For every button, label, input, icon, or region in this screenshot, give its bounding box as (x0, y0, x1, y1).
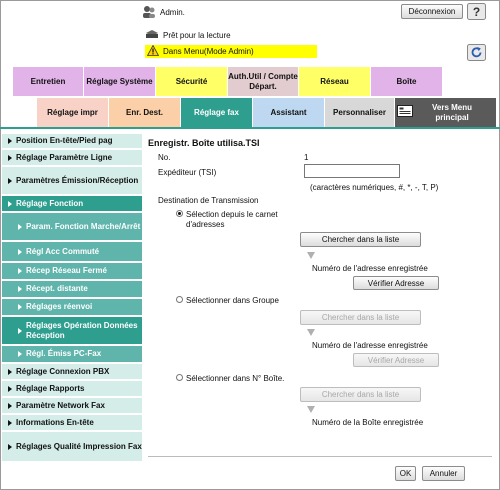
sender-label: Expéditeur (TSI) (158, 168, 217, 177)
tab-reglage-systeme[interactable]: Réglage Système (84, 67, 156, 96)
help-icon[interactable]: ? (467, 3, 486, 20)
sidebar-item-label: Régl Acc Commuté (26, 246, 100, 256)
main-menu-button[interactable]: Vers Menu principal (395, 98, 497, 127)
page-title: Enregistr. Boîte utilisa.TSI (148, 138, 260, 148)
tab-divider (0, 127, 500, 129)
scanner-icon (145, 29, 159, 41)
registered-address-label-1: Numéro de l'adresse enregistrée (312, 264, 428, 273)
status-text: Prêt pour la lecture (163, 30, 231, 40)
tab-personnaliser[interactable]: Personnaliser (325, 98, 395, 127)
sidebar-item-label: Régl. Émiss PC-Fax (26, 349, 102, 358)
sender-input[interactable] (304, 164, 400, 178)
sidebar-item-label: Réglages réenvoi (26, 302, 93, 311)
sidebar-item-label: Param. Fonction Marche/Arrêt (26, 221, 141, 231)
down-arrow-icon (307, 329, 315, 336)
registered-box-label: Numéro de la Boîte enregistrée (312, 418, 424, 427)
sidebar-item-position-entete[interactable]: Position En-tête/Pied pag (2, 134, 142, 149)
destination-label: Destination de Transmission (158, 196, 259, 205)
sidebar-item-emission-reception[interactable]: Paramètres Émission/Réception (2, 167, 142, 195)
tab-enr-dest[interactable]: Enr. Dest. (109, 98, 181, 127)
sender-hint: (caractères numériques, #, *, -, T, P) (310, 183, 439, 192)
sidebar-item-informations-entete[interactable]: Informations En-tête (2, 415, 142, 431)
option1-label: Sélection depuis le carnet d'adresses (186, 210, 278, 229)
sidebar-item-label: Position En-tête/Pied pag (16, 136, 113, 145)
search-list-button-1[interactable]: Chercher dans la liste (300, 232, 421, 247)
verify-address-button-1[interactable]: Vérifier Adresse (353, 276, 439, 290)
sidebar-item-network-fax[interactable]: Paramètre Network Fax (2, 398, 142, 414)
sidebar-item-connexion-pbx[interactable]: Réglage Connexion PBX (2, 364, 142, 380)
tab-reseau[interactable]: Réseau (299, 67, 371, 96)
user-info: Admin. (142, 5, 185, 19)
verify-address-button-2[interactable]: Vérifier Adresse (353, 353, 439, 367)
sidebar-item-operation-donnees-reception[interactable]: Réglages Opération Données Réception (2, 317, 142, 345)
admin-mode-banner: Dans Menu(Mode Admin) (145, 44, 317, 58)
sidebar-item-recept-distante[interactable]: Récept. distante (2, 281, 142, 298)
sidebar-item-label: Informations En-tête (16, 417, 94, 427)
admin-mode-text: Dans Menu(Mode Admin) (163, 47, 254, 56)
user-icon (142, 5, 156, 19)
tab-reglage-impr[interactable]: Réglage impr (37, 98, 109, 127)
tab-auth-util[interactable]: Auth.Util / Compte Départ. (228, 67, 299, 96)
svg-text:?: ? (473, 5, 480, 19)
tab-reglage-fax[interactable]: Réglage fax (181, 98, 253, 127)
menu-icon (397, 105, 413, 120)
tab-assistant[interactable]: Assistant (253, 98, 325, 127)
sidebar-item-label: Réglages Opération Données Réception (26, 320, 138, 340)
sidebar-item-label: Paramètres Émission/Réception (16, 175, 139, 185)
down-arrow-icon (307, 406, 315, 413)
sidebar-item-emiss-pc-fax[interactable]: Régl. Émiss PC-Fax (2, 346, 142, 363)
sidebar-item-reglages-reenvoi[interactable]: Réglages réenvoi (2, 299, 142, 316)
registered-address-label-2: Numéro de l'adresse enregistrée (312, 341, 428, 350)
sidebar-item-label: Réglage Fonction (16, 198, 84, 208)
tab-boite[interactable]: Boîte (371, 67, 443, 96)
sidebar-item-acc-commute[interactable]: Régl Acc Commuté (2, 242, 142, 262)
cancel-button[interactable]: Annuler (422, 466, 465, 481)
sidebar-item-reglage-fonction[interactable]: Réglage Fonction (2, 196, 142, 212)
logout-button[interactable]: Déconnexion (401, 4, 463, 19)
sidebar-item-fonction-marche-arret[interactable]: Param. Fonction Marche/Arrêt (2, 213, 142, 241)
no-value: 1 (304, 153, 309, 162)
ok-button[interactable]: OK (395, 466, 416, 481)
sidebar-item-label: Réglage Rapports (16, 383, 85, 393)
user-name: Admin. (160, 7, 185, 17)
status-row: Prêt pour la lecture (145, 29, 231, 41)
search-list-button-3[interactable]: Chercher dans la liste (300, 387, 421, 402)
no-label: No. (158, 153, 171, 162)
sidebar-item-label: Réglage Connexion PBX (16, 366, 110, 376)
sidebar-item-label: Réglages Qualité Impression Fax (16, 441, 142, 451)
sidebar-item-parametre-ligne[interactable]: Réglage Paramètre Ligne (2, 150, 142, 166)
option1-radio[interactable] (176, 210, 183, 217)
main-menu-label: Vers Menu principal (431, 102, 472, 122)
sidebar-item-reseau-ferme[interactable]: Récep Réseau Fermé (2, 263, 142, 280)
option3-label: Sélectionner dans N° Boîte. (186, 374, 285, 383)
sidebar-item-label: Récep Réseau Fermé (26, 266, 107, 275)
option3-radio[interactable] (176, 374, 183, 381)
warning-icon (146, 44, 160, 58)
sidebar-item-reglage-rapports[interactable]: Réglage Rapports (2, 381, 142, 397)
option2-label: Sélectionner dans Groupe (186, 296, 279, 305)
tab-securite[interactable]: Sécurité (156, 67, 228, 96)
sidebar-item-label: Récept. distante (26, 284, 88, 293)
refresh-icon[interactable] (467, 44, 486, 61)
sidebar-item-label: Réglage Paramètre Ligne (16, 152, 113, 162)
search-list-button-2[interactable]: Chercher dans la liste (300, 310, 421, 325)
tab-entretien[interactable]: Entretien (13, 67, 84, 96)
down-arrow-icon (307, 252, 315, 259)
sidebar-item-label: Paramètre Network Fax (16, 400, 105, 410)
footer-divider (148, 456, 492, 457)
option2-radio[interactable] (176, 296, 183, 303)
sidebar-item-qualite-impression[interactable]: Réglages Qualité Impression Fax (2, 432, 142, 462)
